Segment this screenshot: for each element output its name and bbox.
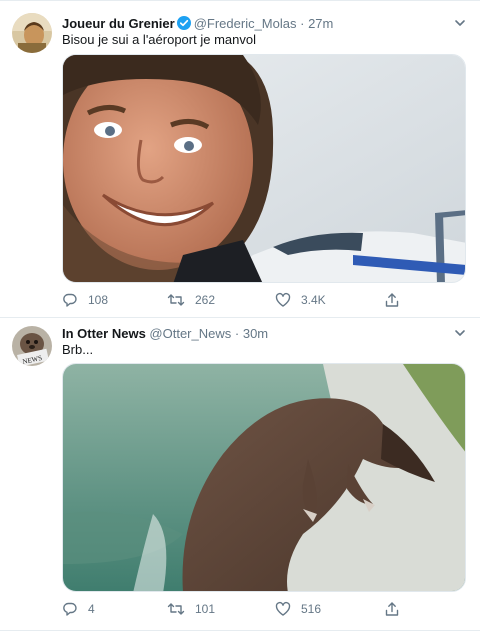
reply-count: 4: [88, 602, 95, 616]
tweet[interactable]: NEWS In Otter News @Otter_News · 30m Brb…: [0, 318, 480, 631]
like-count: 516: [301, 602, 322, 616]
user-handle[interactable]: @Frederic_Molas: [194, 16, 297, 31]
reply-button[interactable]: 4: [62, 601, 95, 617]
tweet-photo[interactable]: [62, 54, 466, 283]
user-handle[interactable]: @Otter_News: [149, 326, 231, 341]
tweet[interactable]: Joueur du Grenier @Frederic_Molas · 27m B…: [0, 0, 480, 318]
verified-badge-icon: [176, 16, 191, 33]
like-button[interactable]: 516: [275, 601, 321, 617]
share-button[interactable]: [384, 601, 410, 617]
like-count: 3.4K: [301, 293, 326, 307]
retweet-icon: [167, 603, 185, 615]
tweet-header: In Otter News @Otter_News · 30m: [62, 326, 268, 341]
share-icon: [385, 293, 399, 307]
chevron-down-icon[interactable]: [452, 325, 468, 341]
retweet-count: 262: [195, 293, 216, 307]
retweet-button[interactable]: 262: [167, 292, 215, 308]
timestamp[interactable]: 27m: [308, 16, 333, 31]
tweet-actions: 4 101 516: [62, 601, 422, 621]
retweet-count: 101: [195, 602, 216, 616]
tweet-photo[interactable]: [62, 363, 466, 592]
tweet-text: Bisou je sui a l'aéroport je manvol: [62, 32, 256, 47]
retweet-button[interactable]: 101: [167, 601, 215, 617]
separator-dot: ·: [300, 16, 305, 31]
reply-icon: [63, 602, 77, 616]
separator-dot: ·: [234, 326, 240, 341]
tweet-actions: 108 262 3.4K: [62, 292, 422, 312]
tweet-text: Brb...: [62, 342, 94, 357]
timestamp[interactable]: 30m: [243, 326, 268, 341]
avatar[interactable]: NEWS: [12, 326, 52, 366]
like-button[interactable]: 3.4K: [275, 292, 326, 308]
like-icon: [275, 601, 291, 616]
display-name[interactable]: In Otter News: [62, 326, 146, 341]
retweet-icon: [167, 294, 185, 306]
chevron-down-icon[interactable]: [452, 15, 468, 31]
display-name[interactable]: Joueur du Grenier: [62, 16, 175, 31]
share-icon: [385, 602, 399, 616]
like-icon: [275, 292, 291, 307]
reply-icon: [63, 293, 77, 307]
tweet-header: Joueur du Grenier @Frederic_Molas · 27m: [62, 16, 333, 33]
reply-count: 108: [88, 293, 109, 307]
share-button[interactable]: [384, 292, 410, 308]
avatar[interactable]: [12, 13, 52, 53]
reply-button[interactable]: 108: [62, 292, 108, 308]
